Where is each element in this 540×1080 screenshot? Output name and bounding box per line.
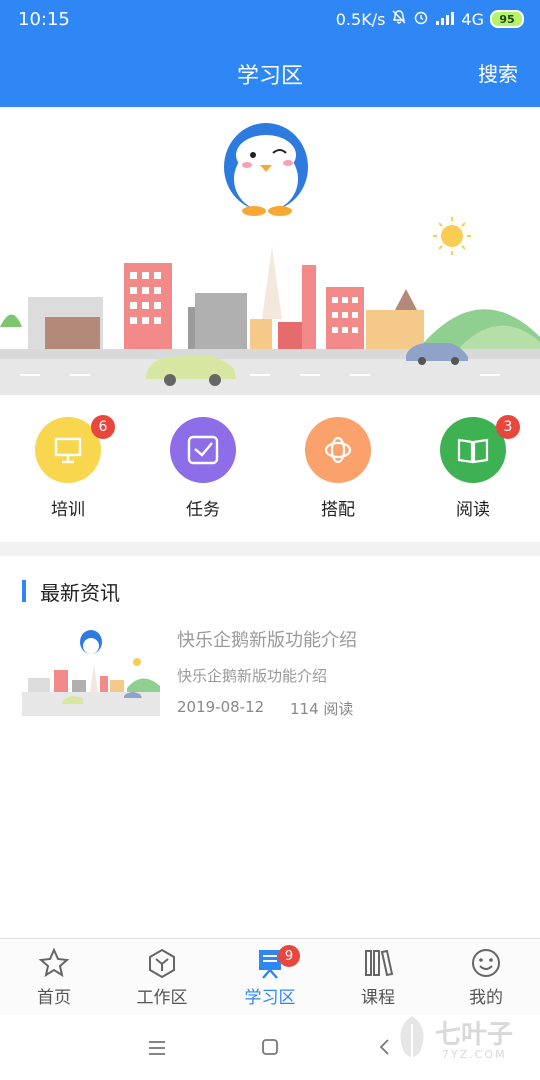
tab-courses[interactable]: 课程 — [324, 945, 432, 1008]
books-icon — [324, 945, 432, 981]
reading-badge: 3 — [496, 415, 520, 439]
star-icon — [0, 945, 108, 981]
page-title: 学习区 — [236, 64, 303, 89]
watermark-subtext: 7YZ.COM — [442, 1048, 507, 1061]
feature-reading[interactable]: 3 阅读 — [413, 415, 533, 520]
news-title: 快乐企鹅新版功能介绍 — [177, 630, 357, 651]
news-date: 2019-08-12 — [177, 698, 265, 716]
leaf-logo-icon — [400, 1016, 424, 1058]
tab-label: 首页 — [37, 988, 71, 1008]
section-divider — [0, 542, 540, 556]
search-button[interactable]: 搜索 — [478, 58, 518, 87]
network-type: 4G — [461, 9, 484, 29]
tab-label: 学习区 — [244, 988, 296, 1008]
study-tab-badge: 9 — [278, 945, 300, 967]
network-speed: 0.5K/s — [335, 9, 386, 29]
cube-icon — [108, 945, 216, 981]
tab-mine[interactable]: 我的 — [432, 945, 540, 1008]
news-section-header: 最新资讯 — [22, 580, 120, 605]
tab-label: 我的 — [469, 988, 503, 1008]
tab-home[interactable]: 首页 — [0, 945, 108, 1008]
bell-off-icon — [391, 9, 407, 29]
board-icon: 9 — [216, 945, 324, 981]
feature-label: 阅读 — [456, 500, 490, 520]
tab-study[interactable]: 9 学习区 — [216, 945, 324, 1008]
match-icon — [305, 417, 371, 483]
watermark-text: 七叶子 — [435, 1020, 514, 1050]
banner-illustration[interactable] — [0, 107, 540, 397]
home-button-icon[interactable] — [261, 1037, 279, 1061]
feature-grid: 6 培训 任务 搭配 3 阅读 — [0, 397, 540, 542]
app-bar: 学习区 搜索 — [0, 40, 540, 107]
feature-label: 培训 — [51, 500, 85, 520]
feature-match[interactable]: 搭配 — [278, 417, 398, 520]
section-accent-bar — [22, 580, 26, 602]
news-read-count: 114 阅读 — [290, 700, 354, 718]
feature-label: 任务 — [186, 500, 220, 520]
status-bar: 10:15 0.5K/s 4G 95 — [0, 0, 540, 40]
signal-icon — [435, 10, 455, 29]
feature-label: 搭配 — [321, 500, 355, 520]
task-icon — [170, 417, 236, 483]
city-illustration — [0, 123, 540, 395]
alarm-icon — [413, 9, 429, 29]
section-title: 最新资讯 — [40, 580, 120, 605]
feature-training[interactable]: 6 培训 — [8, 415, 128, 520]
smile-icon — [432, 945, 540, 981]
news-thumbnail — [22, 620, 160, 716]
sun-icon — [433, 217, 471, 255]
bottom-tab-bar: 首页 工作区 9 学习区 课程 我的 — [0, 938, 540, 1016]
status-time: 10:15 — [18, 9, 70, 30]
tab-label: 工作区 — [136, 988, 188, 1008]
tab-workspace[interactable]: 工作区 — [108, 945, 216, 1008]
menu-icon[interactable] — [148, 1037, 166, 1061]
news-item[interactable]: 快乐企鹅新版功能介绍 快乐企鹅新版功能介绍 2019-08-12 114 阅读 — [22, 620, 522, 720]
feature-task[interactable]: 任务 — [143, 417, 263, 520]
training-icon: 6 — [35, 415, 115, 483]
training-badge: 6 — [91, 415, 115, 439]
watermark: 七叶子 7YZ.COM — [380, 1010, 530, 1070]
tab-label: 课程 — [361, 988, 395, 1008]
battery-icon: 95 — [490, 10, 524, 28]
book-icon: 3 — [440, 415, 520, 483]
news-subtitle: 快乐企鹅新版功能介绍 — [177, 667, 328, 685]
status-icons: 0.5K/s 4G 95 — [336, 9, 524, 29]
penguin-mascot — [224, 123, 308, 216]
